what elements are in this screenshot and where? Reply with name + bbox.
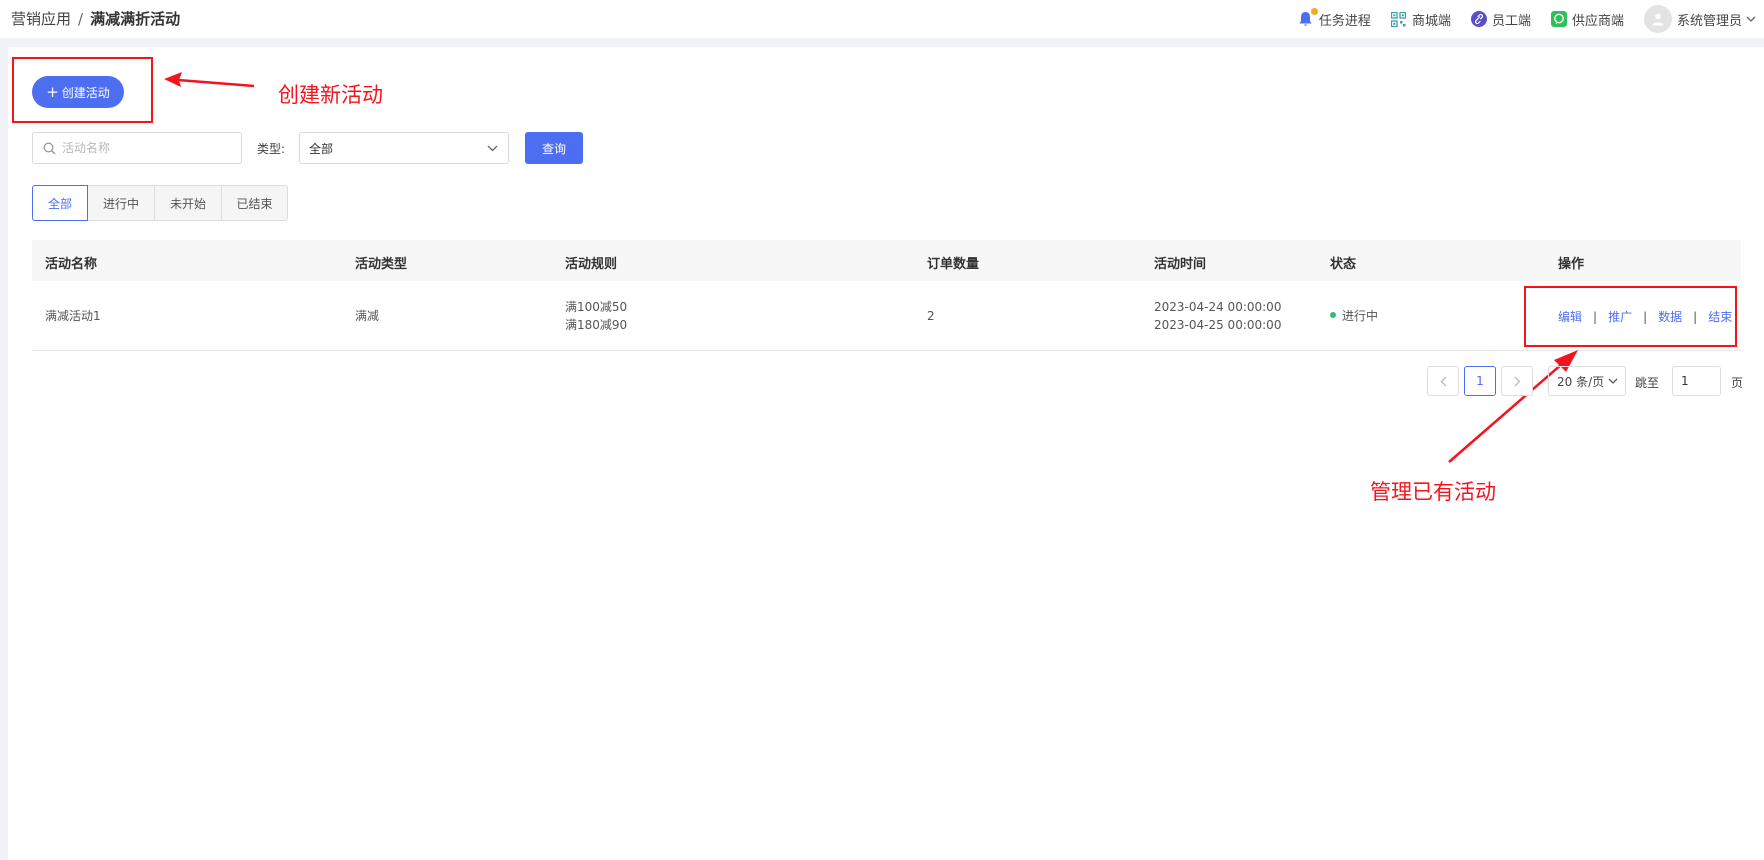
column-name: 活动名称 [45, 257, 98, 272]
status-text: 进行中 [1342, 309, 1379, 323]
page-size-select[interactable]: 20 条/页 [1548, 366, 1626, 396]
cell-status: 进行中 [1330, 307, 1378, 325]
tab-ended[interactable]: 已结束 [221, 185, 288, 221]
supplier-icon [1550, 11, 1567, 27]
cell-orders: 2 [927, 309, 935, 323]
prev-page-button[interactable] [1427, 366, 1459, 396]
chevron-right-icon [1514, 376, 1521, 387]
breadcrumb: 营销应用 / 满减满折活动 [11, 8, 180, 29]
staff-end-link[interactable]: 员工端 [1470, 10, 1531, 29]
annotation-box-manage [1524, 286, 1737, 347]
avatar [1643, 5, 1672, 33]
cell-name: 满减活动1 [45, 309, 101, 323]
chevron-down-icon [487, 145, 498, 152]
task-progress-link[interactable]: 任务进程 [1298, 8, 1371, 29]
jump-page-input[interactable] [1672, 366, 1721, 396]
search-input[interactable] [62, 141, 222, 155]
mall-end-label: 商城端 [1411, 13, 1451, 29]
cell-rule-2: 满180减90 [565, 318, 628, 332]
staff-link-icon [1470, 11, 1487, 27]
bell-icon [1298, 8, 1318, 27]
type-select[interactable]: 全部 [299, 132, 509, 164]
task-progress-label: 任务进程 [1318, 13, 1371, 29]
header-divider [0, 38, 1764, 47]
breadcrumb-parent[interactable]: 营销应用 [11, 10, 71, 28]
jump-label: 跳至 [1635, 376, 1660, 390]
annotation-text-create: 创建新活动 [278, 83, 383, 107]
mall-end-link[interactable]: 商城端 [1391, 10, 1451, 29]
column-actions: 操作 [1558, 257, 1585, 272]
activity-name-search[interactable] [32, 132, 242, 164]
breadcrumb-current: 满减满折活动 [90, 10, 181, 28]
table-row: 满减活动1 满减 满100减50 满180减90 2 2023-04-24 00… [32, 281, 1741, 351]
supplier-end-label: 供应商端 [1571, 13, 1624, 29]
staff-end-label: 员工端 [1491, 13, 1531, 29]
top-bar: 营销应用 / 满减满折活动 任务进程 商城端 员工端 供应商端 系统管理员 [0, 0, 1764, 38]
page-unit-label: 页 [1731, 376, 1744, 390]
column-rules: 活动规则 [565, 257, 618, 272]
annotation-box-create [12, 57, 153, 123]
tab-all[interactable]: 全部 [32, 185, 88, 221]
user-name: 系统管理员 [1676, 13, 1742, 29]
annotation-text-manage: 管理已有活动 [1370, 480, 1496, 504]
qrcode-icon [1391, 11, 1407, 27]
chevron-down-icon [1746, 16, 1756, 23]
next-page-button[interactable] [1501, 366, 1533, 396]
status-dot [1330, 312, 1336, 318]
top-right-menu: 任务进程 商城端 员工端 供应商端 系统管理员 [1278, 5, 1756, 33]
page-number-button[interactable]: 1 [1464, 366, 1496, 396]
left-edge [0, 47, 8, 860]
column-type: 活动类型 [355, 257, 408, 272]
search-icon [43, 142, 56, 155]
chevron-left-icon [1440, 376, 1447, 387]
column-status: 状态 [1330, 257, 1357, 272]
query-button[interactable]: 查询 [525, 132, 583, 164]
cell-time-end: 2023-04-25 00:00:00 [1154, 318, 1282, 332]
cell-time-start: 2023-04-24 00:00:00 [1154, 300, 1282, 314]
column-time: 活动时间 [1154, 257, 1207, 272]
cell-rule-1: 满100减50 [565, 300, 628, 314]
status-tabs: 全部 进行中 未开始 已结束 [32, 185, 288, 221]
tab-running[interactable]: 进行中 [87, 185, 155, 221]
page-size-value: 20 条/页 [1557, 374, 1605, 389]
table-header: 活动名称 活动类型 活动规则 订单数量 活动时间 状态 操作 [32, 240, 1741, 281]
user-menu[interactable]: 系统管理员 [1643, 5, 1756, 33]
type-label: 类型: [257, 142, 286, 156]
chevron-down-icon [1608, 378, 1618, 385]
activity-table: 活动名称 活动类型 活动规则 订单数量 活动时间 状态 操作 满减活动1 满减 … [32, 240, 1741, 351]
annotation-arrow-create [164, 72, 255, 88]
type-select-value: 全部 [309, 141, 334, 156]
column-orders: 订单数量 [927, 257, 980, 272]
breadcrumb-separator: / [78, 10, 84, 28]
tab-not-started[interactable]: 未开始 [154, 185, 222, 221]
notification-dot [1310, 8, 1318, 15]
cell-type: 满减 [355, 309, 380, 323]
supplier-end-link[interactable]: 供应商端 [1550, 10, 1624, 29]
